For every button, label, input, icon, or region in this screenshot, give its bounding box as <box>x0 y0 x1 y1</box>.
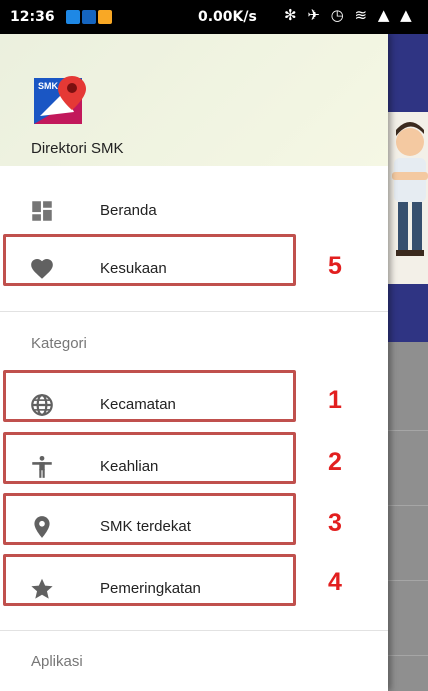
cartoon-student-icon <box>392 122 428 256</box>
highlight-box-pemeringkatan <box>3 554 296 606</box>
notification-icon <box>66 10 80 24</box>
status-time: 12:36 <box>10 9 55 25</box>
section-title-kategori: Kategori <box>31 335 87 352</box>
annotation-number-2: 2 <box>328 448 342 476</box>
status-icons: ✻ ✈ ◷ ≋ ▲ ▲ <box>284 6 415 24</box>
annotation-number-4: 4 <box>328 568 342 596</box>
drawer-divider <box>0 630 388 631</box>
app-toolbar <box>388 34 428 112</box>
highlight-box-smk-terdekat <box>3 493 296 545</box>
app-banner-image <box>388 112 428 284</box>
app-name: Direktori SMK <box>31 140 124 157</box>
section-title-aplikasi: Aplikasi <box>31 653 83 670</box>
bluetooth-notification-icon <box>82 10 96 24</box>
network-speed: 0.00K/s <box>198 9 257 25</box>
status-bar: 12:36 0.00K/s ✻ ✈ ◷ ≋ ▲ ▲ <box>0 0 428 34</box>
annotation-number-1: 1 <box>328 386 342 414</box>
app-list-divider <box>388 505 428 506</box>
app-band <box>388 284 428 342</box>
app-notification-icon <box>98 10 112 24</box>
app-list-divider <box>388 430 428 431</box>
highlight-box-kesukaan <box>3 234 296 286</box>
annotation-number-3: 3 <box>328 509 342 537</box>
app-list-divider <box>388 580 428 581</box>
highlight-box-keahlian <box>3 432 296 484</box>
dashboard-icon <box>32 201 52 221</box>
menu-item-beranda[interactable]: Beranda <box>0 182 388 240</box>
smk-logo-icon: SMK <box>34 76 86 124</box>
highlight-box-kecamatan <box>3 370 296 422</box>
annotation-number-5: 5 <box>328 252 342 280</box>
logo-text: SMK <box>38 81 59 91</box>
drawer-header: SMK Direktori SMK <box>0 34 388 166</box>
menu-label-beranda: Beranda <box>100 202 157 219</box>
drawer-divider <box>0 311 388 312</box>
app-list-divider <box>388 655 428 656</box>
